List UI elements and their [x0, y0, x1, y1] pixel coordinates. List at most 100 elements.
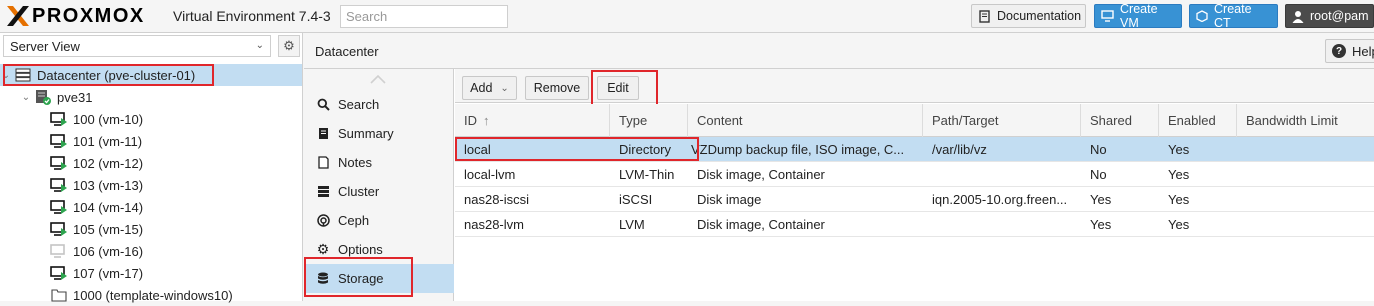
cell-enabled: Yes — [1168, 216, 1190, 232]
collapse-arrow-icon[interactable]: ⌄ — [20, 92, 32, 103]
cell-enabled: Yes — [1168, 141, 1190, 157]
tree-item-vm[interactable]: 106 (vm-16) — [0, 240, 302, 262]
nav-item-label: Cluster — [338, 184, 380, 199]
create-ct-label: Create CT — [1214, 2, 1252, 30]
vm-running-icon — [48, 177, 70, 193]
nav-item-notes[interactable]: Notes — [304, 148, 454, 177]
table-row[interactable]: nas28-iscsi iSCSI Disk image iqn.2005-10… — [455, 187, 1374, 212]
cell-path: iqn.2005-10.org.freen... — [932, 191, 1068, 207]
tree-item-vm[interactable]: 102 (vm-12) — [0, 152, 302, 174]
cell-bandwidth — [1237, 162, 1374, 186]
tree-item-label: 105 (vm-15) — [73, 221, 144, 237]
storage-toolbar: Add ⌄ Remove Edit — [455, 69, 1374, 103]
cell-shared: Yes — [1090, 191, 1112, 207]
tree-item-vm[interactable]: 104 (vm-14) — [0, 196, 302, 218]
user-label: root@pam — [1310, 9, 1369, 23]
edit-label: Edit — [607, 81, 629, 95]
brand-name: PROXMOX — [32, 4, 145, 27]
edit-button[interactable]: Edit — [597, 76, 639, 100]
tree-item-vm[interactable]: 103 (vm-13) — [0, 174, 302, 196]
tree-item-label: 102 (vm-12) — [73, 155, 144, 171]
column-header-type[interactable]: Type — [610, 104, 688, 137]
chevron-down-icon: ⌄ — [255, 40, 264, 51]
cell-id: nas28-iscsi — [464, 191, 530, 207]
tree-item-template[interactable]: 1000 (template-windows10) — [0, 284, 302, 306]
create-ct-button[interactable]: Create CT — [1189, 2, 1278, 30]
vm-running-icon — [48, 155, 70, 171]
column-header-bandwidth[interactable]: Bandwidth Limit — [1237, 104, 1374, 137]
cell-shared: No — [1090, 141, 1107, 157]
cell-id: local — [464, 141, 491, 157]
cell-id: local-lvm — [464, 166, 516, 182]
proxmox-logo: PROXMOX — [6, 4, 145, 28]
cell-id: nas28-lvm — [464, 216, 524, 232]
add-button[interactable]: Add ⌄ — [462, 76, 517, 100]
tree-item-vm[interactable]: 107 (vm-17) — [0, 262, 302, 284]
server-icon — [316, 185, 330, 199]
nav-item-label: Storage — [338, 271, 384, 286]
cell-bandwidth — [1237, 137, 1374, 161]
cell-bandwidth — [1237, 212, 1374, 236]
search-input[interactable]: Search — [340, 5, 508, 28]
tree-item-label: 107 (vm-17) — [73, 265, 144, 281]
cell-type: Directory — [619, 141, 672, 157]
tree-item-datacenter[interactable]: ⌄ Datacenter (pve-cluster-01) — [0, 64, 302, 86]
cell-enabled: Yes — [1168, 166, 1190, 182]
tree-item-vm[interactable]: 101 (vm-11) — [0, 130, 302, 152]
user-menu-button[interactable]: root@pam — [1285, 4, 1374, 28]
cell-content: VZDump backup file, ISO image, C... — [691, 141, 905, 157]
remove-label: Remove — [533, 81, 581, 95]
cell-enabled: Yes — [1168, 191, 1190, 207]
node-icon — [32, 89, 54, 105]
nav-item-label: Ceph — [338, 213, 370, 228]
question-icon: ? — [1332, 44, 1346, 58]
search-icon — [316, 98, 330, 112]
column-label: Path/Target — [932, 113, 999, 128]
cell-path — [923, 212, 1081, 236]
documentation-button[interactable]: Documentation — [971, 4, 1086, 28]
create-vm-label: Create VM — [1120, 2, 1158, 30]
column-header-shared[interactable]: Shared — [1081, 104, 1159, 137]
column-label: Content — [697, 113, 743, 128]
scroll-up-icon[interactable] — [368, 72, 388, 86]
book-icon — [978, 9, 991, 23]
column-header-content[interactable]: Content — [688, 104, 923, 137]
cell-shared: No — [1090, 166, 1107, 182]
nav-item-ceph[interactable]: Ceph — [304, 206, 454, 235]
nav-item-cluster[interactable]: Cluster — [304, 177, 454, 206]
tree-item-label: 100 (vm-10) — [73, 111, 144, 127]
cell-bandwidth — [1237, 187, 1374, 211]
add-label: Add — [470, 81, 493, 95]
tree-item-label: pve31 — [57, 89, 93, 105]
collapse-arrow-icon[interactable]: ⌄ — [0, 70, 12, 81]
table-row[interactable]: local-lvm LVM-Thin Disk image, Container… — [455, 162, 1374, 187]
cube-icon — [1196, 10, 1208, 22]
nav-item-options[interactable]: ⚙ Options — [304, 235, 454, 264]
documentation-label: Documentation — [997, 9, 1082, 23]
column-label: Shared — [1090, 113, 1132, 128]
remove-button[interactable]: Remove — [525, 76, 589, 100]
tree-settings-button[interactable]: ⚙ — [278, 35, 300, 57]
top-bar: PROXMOX Virtual Environment 7.4-3 Search… — [0, 0, 1374, 33]
nav-item-storage[interactable]: Storage — [304, 264, 454, 293]
tree-item-label: 103 (vm-13) — [73, 177, 144, 193]
product-version: Virtual Environment 7.4-3 — [173, 8, 331, 24]
nav-item-search[interactable]: Search — [304, 90, 454, 119]
view-selector[interactable]: Server View ⌄ — [3, 35, 271, 57]
table-row[interactable]: nas28-lvm LVM Disk image, Container Yes … — [455, 212, 1374, 237]
help-button[interactable]: ? Help — [1325, 39, 1374, 63]
column-header-id[interactable]: ID ↑ — [455, 104, 610, 137]
datacenter-nav: Search Summary Notes Cluster Ceph ⚙ Opti… — [304, 69, 454, 301]
tree-item-node[interactable]: ⌄ pve31 — [0, 86, 302, 108]
vm-running-icon — [48, 111, 70, 127]
nav-item-summary[interactable]: Summary — [304, 119, 454, 148]
tree-item-vm[interactable]: 100 (vm-10) — [0, 108, 302, 130]
tree-item-label: 104 (vm-14) — [73, 199, 144, 215]
create-vm-button[interactable]: Create VM — [1094, 2, 1182, 30]
column-header-path[interactable]: Path/Target — [923, 104, 1081, 137]
column-header-enabled[interactable]: Enabled — [1159, 104, 1237, 137]
book-icon — [316, 127, 330, 141]
table-row[interactable]: local Directory VZDump backup file, ISO … — [455, 137, 1374, 162]
tree-item-vm[interactable]: 105 (vm-15) — [0, 218, 302, 240]
notes-icon — [316, 156, 330, 170]
